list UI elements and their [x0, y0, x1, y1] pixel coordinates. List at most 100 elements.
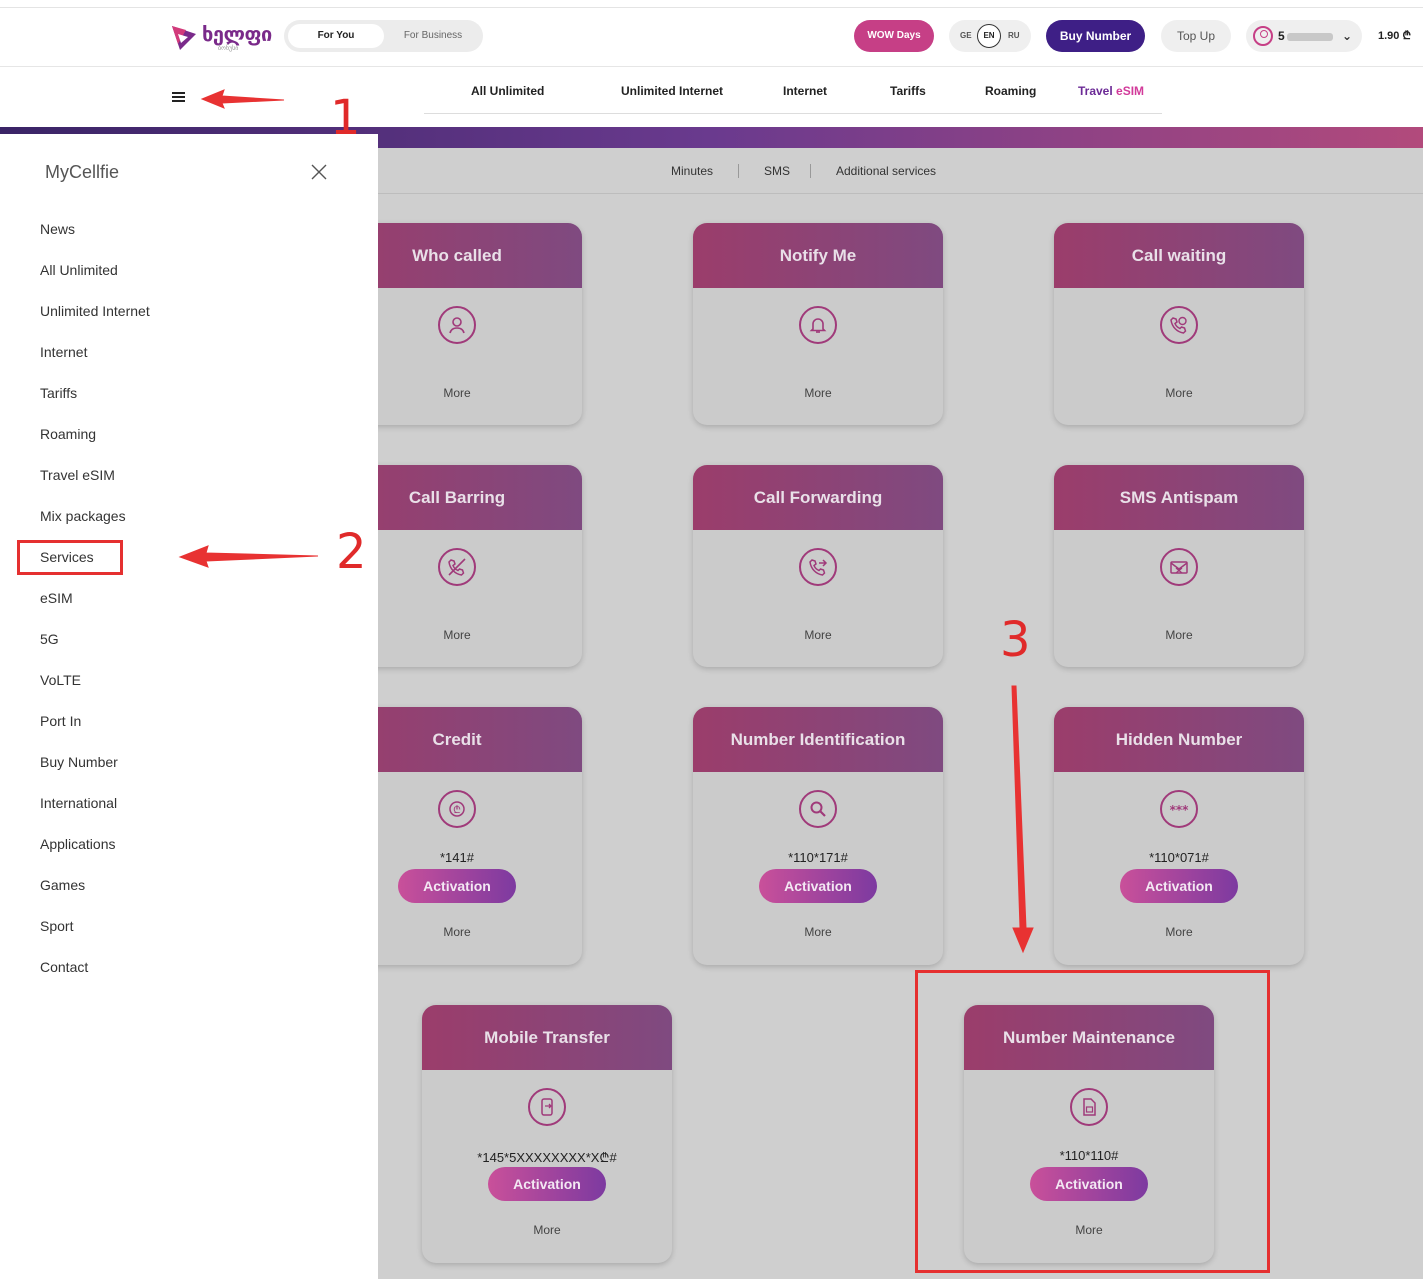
card-title: Number Identification: [693, 707, 943, 772]
card-title: Notify Me: [693, 223, 943, 288]
language-switcher: GE EN RU: [949, 20, 1031, 52]
service-card[interactable]: Hidden Number *** *110*071# Activation M…: [1054, 707, 1304, 965]
sidebar-item-sport[interactable]: Sport: [40, 918, 73, 934]
account-menu[interactable]: 5 ⌄: [1246, 20, 1362, 52]
buy-number-button[interactable]: Buy Number: [1046, 20, 1145, 52]
more-link[interactable]: More: [1054, 628, 1304, 642]
svg-text:₾: ₾: [453, 805, 461, 816]
activation-button[interactable]: Activation: [759, 869, 877, 903]
activation-button[interactable]: Activation: [1120, 869, 1238, 903]
more-link[interactable]: More: [422, 1223, 672, 1237]
side-menu: MyCellfie News All Unlimited Unlimited I…: [0, 134, 378, 1279]
wow-days-button[interactable]: WOW Days: [854, 20, 934, 52]
nav-internet[interactable]: Internet: [783, 84, 827, 98]
logo-mark-icon: [172, 26, 196, 50]
sidebar-item-port-in[interactable]: Port In: [40, 713, 81, 729]
activation-button[interactable]: Activation: [488, 1167, 606, 1201]
chevron-down-icon: ⌄: [1341, 29, 1352, 43]
user-icon: [1253, 26, 1273, 46]
service-card[interactable]: Notify Me More: [693, 223, 943, 425]
account-number: 5: [1278, 29, 1285, 43]
hamburger-menu-icon[interactable]: [170, 90, 188, 104]
subnav-divider: [810, 164, 811, 178]
sidebar-item-unlimited-internet[interactable]: Unlimited Internet: [40, 303, 150, 319]
bell-icon: [799, 306, 837, 344]
nav-travel-esim[interactable]: Travel eSIM: [1078, 84, 1144, 98]
close-icon[interactable]: [309, 162, 329, 182]
service-card[interactable]: Number Identification *110*171# Activati…: [693, 707, 943, 965]
annotation-step-2: 2: [336, 524, 367, 580]
more-link[interactable]: More: [693, 386, 943, 400]
ussd-code: *110*171#: [788, 850, 848, 865]
logo-text: ხელფი: [202, 22, 272, 46]
nav-esim-label: eSIM: [1116, 84, 1145, 98]
more-link[interactable]: More: [693, 925, 943, 939]
coin-icon: ₾: [438, 790, 476, 828]
card-title: Hidden Number: [1054, 707, 1304, 772]
sidebar-item-5g[interactable]: 5G: [40, 631, 59, 647]
subnav-divider: [738, 164, 739, 178]
sidebar-item-games[interactable]: Games: [40, 877, 85, 893]
search-icon: [799, 790, 837, 828]
service-card[interactable]: SMS Antispam More: [1054, 465, 1304, 667]
nav-tariffs[interactable]: Tariffs: [890, 84, 926, 98]
sidebar-item-mix-packages[interactable]: Mix packages: [40, 508, 126, 524]
sidebar-item-applications[interactable]: Applications: [40, 836, 116, 852]
subnav-minutes[interactable]: Minutes: [671, 164, 713, 178]
for-business-tab[interactable]: For Business: [388, 24, 478, 48]
svg-text:***: ***: [1170, 803, 1189, 817]
card-title: SMS Antispam: [1054, 465, 1304, 530]
phone-chat-icon: [1160, 306, 1198, 344]
side-menu-title: MyCellfie: [45, 162, 120, 182]
more-link[interactable]: More: [1054, 925, 1304, 939]
sidebar-item-tariffs[interactable]: Tariffs: [40, 385, 77, 401]
top-border: [0, 0, 1423, 8]
phone-forward-icon: [799, 548, 837, 586]
envelope-blocked-icon: [1160, 548, 1198, 586]
subnav-sms[interactable]: SMS: [764, 164, 790, 178]
sidebar-item-all-unlimited[interactable]: All Unlimited: [40, 262, 118, 278]
sidebar-item-international[interactable]: International: [40, 795, 117, 811]
nav-roaming[interactable]: Roaming: [985, 84, 1036, 98]
mobile-transfer-icon: [528, 1088, 566, 1126]
service-card[interactable]: Call Forwarding More: [693, 465, 943, 667]
for-you-tab[interactable]: For You: [288, 24, 384, 48]
user-icon: [438, 306, 476, 344]
sidebar-item-buy-number[interactable]: Buy Number: [40, 754, 118, 770]
card-title: Call Forwarding: [693, 465, 943, 530]
balance: 1.90 ₾: [1378, 30, 1411, 42]
top-up-button[interactable]: Top Up: [1161, 20, 1231, 52]
site-header: ხელფი ბონუსი For You For Business WOW Da…: [0, 8, 1423, 67]
sidebar-item-contact[interactable]: Contact: [40, 959, 88, 975]
cellfie-logo[interactable]: ხელფი ბონუსი: [166, 20, 272, 54]
card-title: Mobile Transfer: [422, 1005, 672, 1070]
nav-travel-label: Travel: [1078, 84, 1113, 98]
service-card[interactable]: Call waiting More: [1054, 223, 1304, 425]
activation-button[interactable]: Activation: [398, 869, 516, 903]
annotation-step-3: 3: [1000, 612, 1031, 668]
sidebar-item-esim[interactable]: eSIM: [40, 590, 73, 606]
more-link[interactable]: More: [693, 628, 943, 642]
service-card[interactable]: Mobile Transfer *145*5XXXXXXXX*X₾# Activ…: [422, 1005, 672, 1263]
nav-unlimited-internet[interactable]: Unlimited Internet: [621, 84, 723, 98]
lang-ge[interactable]: GE: [960, 20, 972, 52]
sidebar-item-volte[interactable]: VoLTE: [40, 672, 81, 688]
ussd-code: *110*071#: [1149, 850, 1209, 865]
subnav-additional-services[interactable]: Additional services: [836, 164, 936, 178]
phone-blocked-icon: [438, 548, 476, 586]
account-number-redacted: [1287, 33, 1333, 41]
sidebar-item-travel-esim[interactable]: Travel eSIM: [40, 467, 115, 483]
asterisks-icon: ***: [1160, 790, 1198, 828]
sidebar-item-internet[interactable]: Internet: [40, 344, 87, 360]
card-title: Call waiting: [1054, 223, 1304, 288]
sidebar-item-roaming[interactable]: Roaming: [40, 426, 96, 442]
services-subnav: Minutes SMS Additional services: [378, 148, 1423, 194]
lang-en[interactable]: EN: [977, 24, 1001, 48]
highlight-box-services: [17, 540, 123, 575]
arrow-1: [200, 89, 285, 109]
main-nav: All Unlimited Unlimited Internet Interne…: [424, 78, 1162, 114]
nav-all-unlimited[interactable]: All Unlimited: [471, 84, 544, 98]
lang-ru[interactable]: RU: [1008, 20, 1020, 52]
sidebar-item-news[interactable]: News: [40, 221, 75, 237]
more-link[interactable]: More: [1054, 386, 1304, 400]
